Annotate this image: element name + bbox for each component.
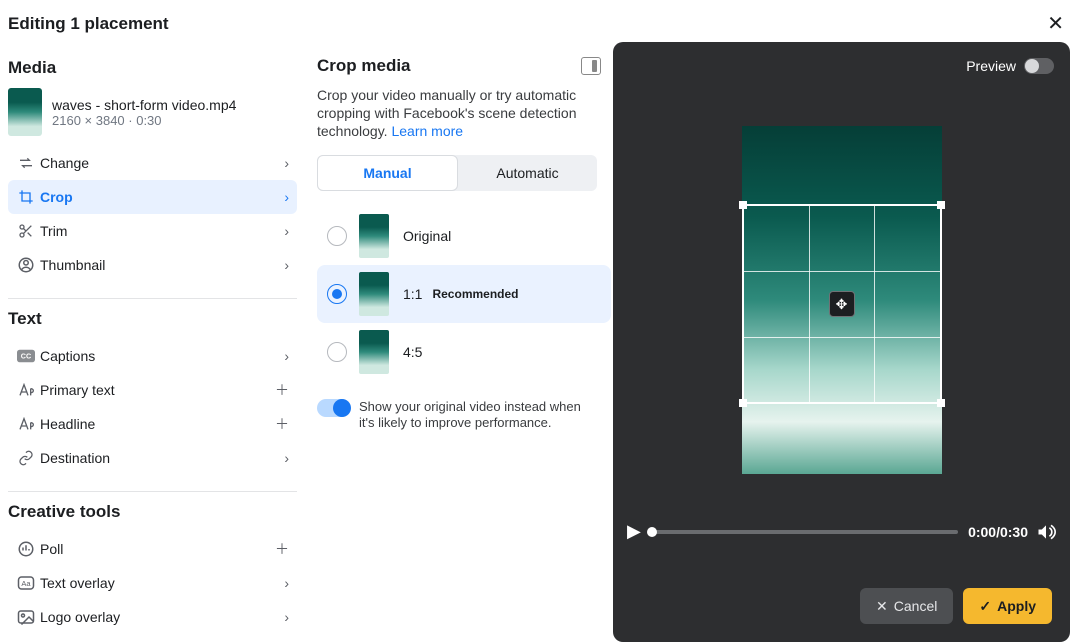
show-original-text: Show your original video instead when it… (359, 399, 597, 433)
chevron-right-icon: › (284, 450, 289, 466)
learn-more-link[interactable]: Learn more (391, 123, 463, 139)
radio-icon (327, 342, 347, 362)
crop-description: Crop your video manually or try automati… (317, 86, 601, 141)
tools-section-title: Creative tools (8, 502, 297, 522)
close-icon[interactable]: ✕ (1047, 14, 1064, 34)
ratio-option-original[interactable]: Original (317, 207, 611, 265)
crop-handle[interactable] (739, 201, 747, 209)
svg-text:CC: CC (21, 352, 31, 361)
page-title: Editing 1 placement (8, 14, 169, 34)
plus-icon: ＋ (275, 539, 289, 559)
crop-handle[interactable] (739, 399, 747, 407)
toggle-panel-icon[interactable] (581, 57, 601, 75)
chevron-right-icon: › (284, 609, 289, 625)
show-original-toggle[interactable] (317, 399, 349, 417)
crop-handle[interactable] (937, 399, 945, 407)
ratio-option-1-1[interactable]: 1:1 Recommended (317, 265, 611, 323)
media-filename: waves - short-form video.mp4 (52, 97, 236, 113)
sidebar-item-headline[interactable]: Headline ＋ (8, 407, 297, 441)
text-icon (12, 383, 40, 397)
cancel-button[interactable]: ✕ Cancel (860, 588, 953, 624)
crop-handle[interactable] (937, 201, 945, 209)
sidebar-item-label: Thumbnail (40, 257, 284, 273)
recommended-badge: Recommended (432, 287, 518, 301)
sidebar-item-text-overlay[interactable]: Aa Text overlay › (8, 566, 297, 600)
sidebar-item-change[interactable]: Change › (8, 146, 297, 180)
link-icon (12, 450, 40, 466)
sidebar-item-crop[interactable]: Crop › (8, 180, 297, 214)
move-icon[interactable]: ✥ (829, 291, 855, 317)
ratio-label: 4:5 (403, 344, 422, 360)
apply-label: Apply (997, 598, 1036, 614)
tab-manual[interactable]: Manual (317, 155, 458, 191)
volume-icon[interactable] (1036, 522, 1056, 542)
tab-automatic[interactable]: Automatic (458, 155, 597, 191)
play-icon[interactable]: ▶ (627, 521, 641, 542)
video-thumbnail (8, 88, 42, 136)
video-scrubber[interactable] (651, 530, 958, 534)
preview-label: Preview (966, 58, 1016, 74)
media-section-title: Media (8, 58, 297, 78)
sidebar-item-label: Crop (40, 189, 284, 205)
svg-text:Aa: Aa (21, 579, 31, 588)
crop-media-title: Crop media (317, 56, 411, 76)
video-timecode: 0:00/0:30 (968, 524, 1028, 540)
media-card: waves - short-form video.mp4 2160 × 3840… (8, 88, 297, 136)
sidebar-item-label: Headline (40, 416, 275, 432)
apply-button[interactable]: ✓ Apply (963, 588, 1052, 624)
crop-frame[interactable]: ✥ (742, 204, 942, 404)
chevron-right-icon: › (284, 155, 289, 171)
section-divider (8, 298, 297, 299)
sidebar-item-label: Primary text (40, 382, 275, 398)
chevron-right-icon: › (284, 223, 289, 239)
sidebar-item-label: Text overlay (40, 575, 284, 591)
sidebar-item-destination[interactable]: Destination › (8, 441, 297, 475)
check-icon: ✓ (979, 598, 991, 615)
sidebar-item-label: Trim (40, 223, 284, 239)
crop-icon (12, 189, 40, 205)
cancel-label: Cancel (894, 598, 938, 614)
sidebar-item-logo-overlay[interactable]: Logo overlay › (8, 600, 297, 634)
video-preview: ✥ (742, 126, 942, 474)
ratio-thumbnail (359, 272, 389, 316)
ratio-label: Original (403, 228, 451, 244)
sidebar-item-label: Captions (40, 348, 284, 364)
ratio-label: 1:1 (403, 286, 422, 302)
sidebar-item-captions[interactable]: CC Captions › (8, 339, 297, 373)
chevron-right-icon: › (284, 348, 289, 364)
media-dimensions: 2160 × 3840 · 0:30 (52, 113, 236, 128)
text-section-title: Text (8, 309, 297, 329)
sidebar-item-trim[interactable]: Trim › (8, 214, 297, 248)
text-overlay-icon: Aa (12, 575, 40, 591)
ratio-option-4-5[interactable]: 4:5 (317, 323, 611, 381)
ratio-thumbnail (359, 330, 389, 374)
chevron-right-icon: › (284, 257, 289, 273)
plus-icon: ＋ (275, 380, 289, 400)
preview-panel: Preview ✥ ▶ 0:00/0:30 (613, 42, 1070, 642)
sidebar-item-label: Logo overlay (40, 609, 284, 625)
close-icon: ✕ (876, 598, 888, 615)
swap-icon (12, 155, 40, 171)
sidebar-item-label: Poll (40, 541, 275, 557)
sidebar-item-label: Change (40, 155, 284, 171)
sidebar-item-label: Destination (40, 450, 284, 466)
plus-icon: ＋ (275, 414, 289, 434)
sidebar-item-primary-text[interactable]: Primary text ＋ (8, 373, 297, 407)
crop-mode-tabs: Manual Automatic (317, 155, 597, 191)
chevron-right-icon: › (284, 575, 289, 591)
thumbnail-icon (12, 256, 40, 274)
chevron-right-icon: › (284, 189, 289, 205)
sidebar-item-poll[interactable]: Poll ＋ (8, 532, 297, 566)
radio-icon (327, 284, 347, 304)
section-divider (8, 491, 297, 492)
radio-icon (327, 226, 347, 246)
text-icon (12, 417, 40, 431)
captions-icon: CC (12, 349, 40, 363)
ratio-thumbnail (359, 214, 389, 258)
poll-icon (12, 540, 40, 558)
sidebar-item-thumbnail[interactable]: Thumbnail › (8, 248, 297, 282)
image-icon (12, 609, 40, 625)
preview-toggle[interactable] (1024, 58, 1054, 74)
scissors-icon (12, 223, 40, 239)
